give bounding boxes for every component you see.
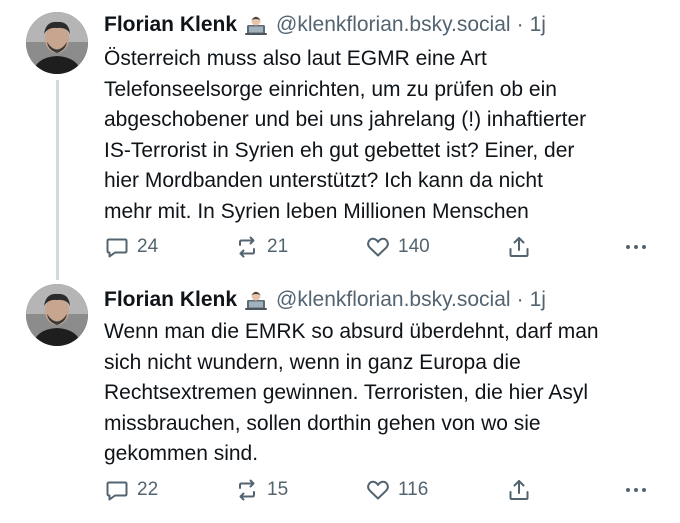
post[interactable]: Florian Klenk @klenkflorian.bsky.social … xyxy=(0,282,680,523)
thread-line xyxy=(56,80,59,280)
like-button[interactable]: 116 xyxy=(365,476,428,504)
reply-button[interactable]: 24 xyxy=(104,233,158,261)
repost-button[interactable]: 15 xyxy=(234,476,288,504)
header-separator: · xyxy=(516,13,524,36)
avatar-image xyxy=(26,12,88,74)
post-timestamp[interactable]: 1j xyxy=(530,288,546,312)
post-text-line: missbrauchen, sollen dorthin gehen von w… xyxy=(104,411,541,435)
post-actions: 22 15 116 xyxy=(104,476,664,504)
reply-button[interactable]: 22 xyxy=(104,476,158,504)
repost-button[interactable]: 21 xyxy=(234,233,288,261)
repost-icon xyxy=(239,236,255,258)
more-icon xyxy=(626,488,646,492)
share-icon xyxy=(509,237,529,257)
post-text: Österreich muss also laut EGMR eine Art … xyxy=(104,44,664,227)
post[interactable]: Florian Klenk @klenkflorian.bsky.social … xyxy=(0,0,680,282)
avatar-image xyxy=(26,284,88,346)
more-icon xyxy=(626,245,646,249)
reply-count: 22 xyxy=(137,479,159,500)
post-text-line: sich nicht wundern, wenn in ganz Europa … xyxy=(104,350,521,374)
like-count: 116 xyxy=(398,479,429,500)
repost-count: 21 xyxy=(267,236,289,257)
avatar[interactable] xyxy=(26,12,88,74)
share-button[interactable] xyxy=(506,233,532,261)
reply-count: 24 xyxy=(137,236,159,257)
post-text-line: Österreich muss also laut EGMR eine Art xyxy=(104,47,487,70)
more-options-button[interactable] xyxy=(623,476,649,504)
post-text-line: gekommen sind. xyxy=(104,442,259,465)
post-actions: 24 21 140 xyxy=(104,233,664,261)
author-name[interactable]: Florian Klenk xyxy=(104,288,237,312)
heart-icon xyxy=(367,480,389,500)
post-header: Florian Klenk @klenkflorian.bsky.social … xyxy=(104,10,546,40)
post-timestamp[interactable]: 1j xyxy=(530,13,546,37)
avatar[interactable] xyxy=(26,284,88,346)
post-text-line: Wenn man die EMRK so absurd überdehnt, d… xyxy=(104,320,599,343)
technologist-emoji-icon xyxy=(244,290,268,310)
author-name[interactable]: Florian Klenk xyxy=(104,13,237,37)
author-handle[interactable]: @klenkflorian.bsky.social xyxy=(276,288,511,312)
technologist-emoji-icon xyxy=(244,15,268,35)
post-header: Florian Klenk @klenkflorian.bsky.social … xyxy=(104,285,546,315)
repost-count: 15 xyxy=(267,479,289,500)
header-separator: · xyxy=(516,288,524,311)
reply-icon xyxy=(106,238,128,258)
reply-icon xyxy=(106,481,128,501)
post-text: Wenn man die EMRK so absurd überdehnt, d… xyxy=(104,317,664,470)
like-count: 140 xyxy=(398,236,430,257)
post-text-line: hier Mordbanden unterstützt? Ich kann da… xyxy=(104,169,543,192)
post-text-line: abgeschobener und bei uns jahrelang (!) … xyxy=(104,108,587,131)
share-button[interactable] xyxy=(506,476,532,504)
share-icon xyxy=(509,480,529,500)
author-handle[interactable]: @klenkflorian.bsky.social xyxy=(276,13,511,37)
post-text-line: Telefonseelsorge einrichten, um zu prüfe… xyxy=(104,77,557,101)
post-text-line: mehr mit. In Syrien leben Millionen Mens… xyxy=(104,199,529,223)
post-text-line: IS-Terrorist in Syrien eh gut gebettet i… xyxy=(104,138,575,162)
post-text-line: Rechtsextremen gewinnen. Terroristen, di… xyxy=(104,381,589,404)
repost-icon xyxy=(239,479,255,501)
more-options-button[interactable] xyxy=(623,233,649,261)
like-button[interactable]: 140 xyxy=(365,233,430,261)
heart-icon xyxy=(367,237,389,257)
